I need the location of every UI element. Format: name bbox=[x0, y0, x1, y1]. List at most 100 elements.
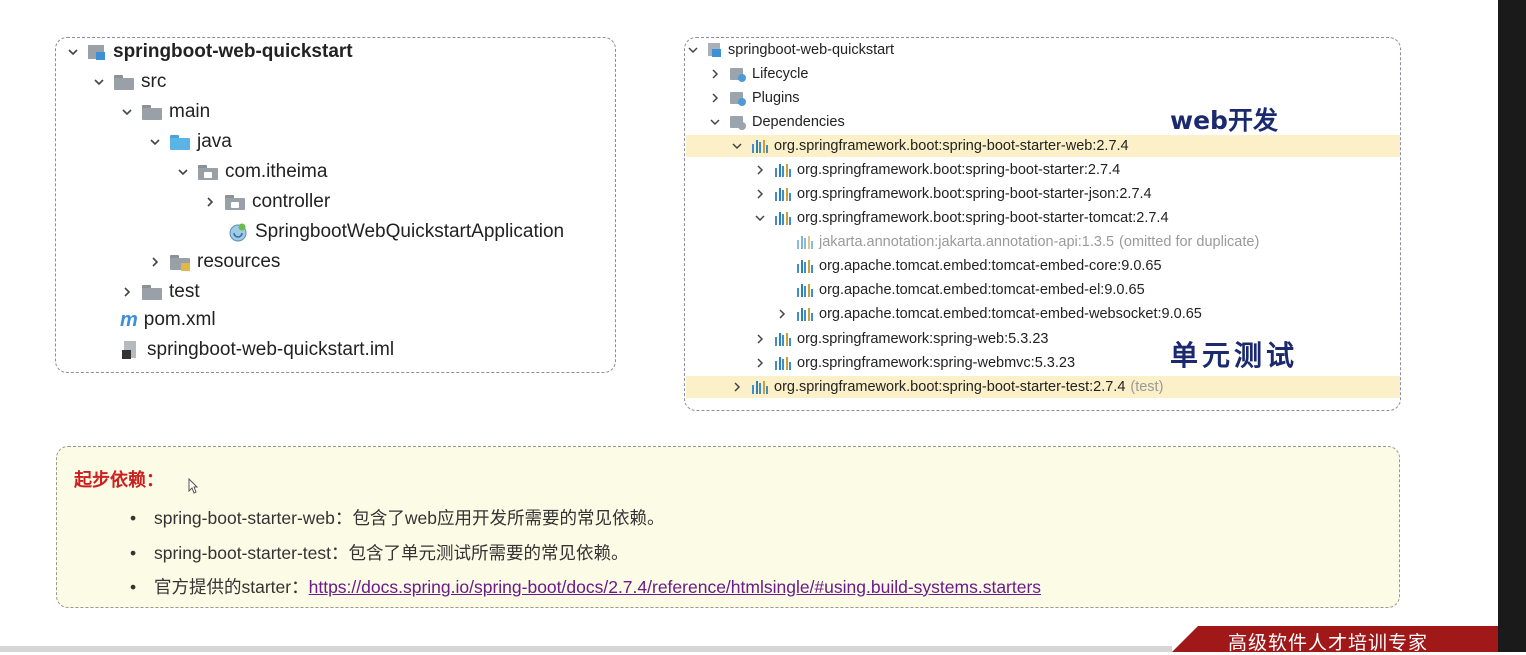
lifecycle-icon bbox=[730, 67, 746, 82]
chevron-down-icon[interactable] bbox=[708, 116, 722, 128]
maven-node-lifecycle[interactable]: Lifecycle bbox=[708, 63, 808, 85]
resources-folder-icon bbox=[170, 254, 190, 271]
annotation-unit-test: 单元测试 bbox=[1170, 339, 1299, 372]
tree-node-main[interactable]: main bbox=[118, 98, 210, 126]
dep-row[interactable]: org.springframework:spring-webmvc:5.3.23 bbox=[753, 352, 1075, 374]
tree-node-src[interactable]: src bbox=[90, 68, 166, 96]
tree-node-root[interactable]: springboot-web-quickstart bbox=[64, 38, 353, 66]
omitted-note: (omitted for duplicate) bbox=[1119, 234, 1260, 250]
chevron-down-icon[interactable] bbox=[730, 140, 744, 152]
note-bullet: • spring-boot-starter-web：包含了web应用开发所需要的常… bbox=[130, 505, 665, 530]
dep-row[interactable]: org.apache.tomcat.embed:tomcat-embed-web… bbox=[775, 303, 1202, 325]
dep-label: org.springframework:spring-web:5.3.23 bbox=[797, 331, 1049, 347]
pom-label: pom.xml bbox=[143, 309, 216, 330]
tree-node-java[interactable]: java bbox=[146, 128, 232, 156]
chevron-right-icon[interactable] bbox=[730, 381, 744, 393]
dep-label: org.springframework:spring-webmvc:5.3.23 bbox=[797, 355, 1076, 371]
chevron-down-icon[interactable] bbox=[753, 212, 767, 224]
dep-row[interactable]: org.springframework.boot:spring-boot-sta… bbox=[686, 376, 1400, 398]
src-label: src bbox=[141, 71, 167, 92]
library-icon bbox=[797, 283, 813, 297]
library-icon bbox=[752, 380, 768, 394]
starter-prefix: 官方提供的starter： bbox=[154, 577, 309, 597]
chevron-right-icon[interactable] bbox=[753, 333, 767, 345]
chevron-right-icon[interactable] bbox=[753, 357, 767, 369]
dep-row[interactable]: org.springframework.boot:spring-boot-sta… bbox=[753, 207, 1169, 229]
dep-label: org.apache.tomcat.embed:tomcat-embed-el:… bbox=[819, 282, 1145, 298]
tree-node-pom[interactable]: m pom.xml bbox=[120, 306, 216, 334]
library-icon bbox=[775, 187, 791, 201]
note-bullet: • spring-boot-starter-test：包含了单元测试所需要的常见依… bbox=[130, 540, 629, 565]
chevron-right-icon[interactable] bbox=[753, 164, 767, 176]
module-icon bbox=[88, 43, 106, 61]
folder-icon bbox=[142, 284, 162, 300]
dep-label: jakarta.annotation:jakarta.annotation-ap… bbox=[819, 234, 1115, 250]
note-text: spring-boot-starter-test：包含了单元测试所需要的常见依赖… bbox=[154, 543, 629, 563]
maven-node-root[interactable]: springboot-web-quickstart bbox=[686, 39, 894, 61]
dependencies-icon bbox=[730, 115, 746, 130]
dep-row[interactable]: org.springframework.boot:spring-boot-sta… bbox=[686, 135, 1400, 157]
root-label: springboot-web-quickstart bbox=[113, 41, 353, 62]
plugins-label: Plugins bbox=[752, 90, 800, 106]
library-icon bbox=[775, 163, 791, 177]
maven-icon: m bbox=[120, 308, 138, 331]
chevron-down-icon[interactable] bbox=[118, 106, 136, 118]
tree-node-iml[interactable]: springboot-web-quickstart.iml bbox=[122, 336, 394, 364]
dep-row[interactable]: org.apache.tomcat.embed:tomcat-embed-el:… bbox=[797, 279, 1145, 301]
library-icon bbox=[797, 259, 813, 273]
dep-row[interactable]: org.springframework.boot:spring-boot-sta… bbox=[753, 159, 1120, 181]
chevron-right-icon[interactable] bbox=[118, 286, 136, 298]
iml-file-icon bbox=[122, 340, 140, 360]
lifecycle-label: Lifecycle bbox=[752, 66, 809, 82]
dep-label: org.springframework.boot:spring-boot-sta… bbox=[797, 186, 1152, 202]
plugins-icon bbox=[730, 91, 746, 106]
bullet-mark: • bbox=[130, 543, 137, 563]
watermark-text: 高级软件人才培训专家 bbox=[1228, 632, 1429, 654]
bullet-mark: • bbox=[130, 577, 137, 597]
library-icon bbox=[752, 139, 768, 153]
dep-row[interactable]: org.apache.tomcat.embed:tomcat-embed-cor… bbox=[797, 255, 1162, 277]
chevron-right-icon[interactable] bbox=[753, 188, 767, 200]
package-icon bbox=[225, 194, 245, 210]
chevron-right-icon[interactable] bbox=[775, 308, 789, 320]
folder-icon bbox=[114, 74, 134, 90]
app-class-label: SpringbootWebQuickstartApplication bbox=[255, 221, 565, 242]
notes-title: 起步依赖： bbox=[74, 470, 164, 490]
chevron-down-icon[interactable] bbox=[64, 46, 82, 58]
maven-node-dependencies[interactable]: Dependencies bbox=[708, 111, 845, 133]
tree-node-app-class[interactable]: SpringbootWebQuickstartApplication bbox=[228, 218, 564, 246]
brand-watermark: 高级软件人才培训专家 bbox=[1172, 626, 1526, 654]
chevron-down-icon[interactable] bbox=[146, 136, 164, 148]
resources-label: resources bbox=[197, 251, 281, 272]
chevron-right-icon[interactable] bbox=[201, 196, 219, 208]
test-label: test bbox=[169, 281, 200, 302]
chevron-right-icon[interactable] bbox=[146, 256, 164, 268]
bottom-bar bbox=[0, 646, 1172, 652]
chevron-right-icon[interactable] bbox=[708, 68, 722, 80]
chevron-right-icon[interactable] bbox=[708, 92, 722, 104]
dep-label: org.springframework.boot:spring-boot-sta… bbox=[797, 162, 1121, 178]
note-bullet: • 官方提供的starter：https://docs.spring.io/spr… bbox=[130, 574, 1041, 599]
tree-node-test[interactable]: test bbox=[118, 278, 200, 306]
dep-row[interactable]: org.springframework.boot:spring-boot-sta… bbox=[753, 183, 1152, 205]
dep-row[interactable]: org.springframework:spring-web:5.3.23 bbox=[753, 328, 1048, 350]
dep-row[interactable]: jakarta.annotation:jakarta.annotation-ap… bbox=[797, 231, 1259, 253]
chevron-down-icon[interactable] bbox=[174, 166, 192, 178]
dep-label: org.apache.tomcat.embed:tomcat-embed-web… bbox=[819, 306, 1202, 322]
dep-label: org.springframework.boot:spring-boot-sta… bbox=[774, 138, 1129, 154]
note-text: spring-boot-starter-web：包含了web应用开发所需要的常见… bbox=[154, 508, 665, 528]
tree-node-resources[interactable]: resources bbox=[146, 248, 280, 276]
tree-node-package[interactable]: com.itheima bbox=[174, 158, 327, 186]
controller-label: controller bbox=[252, 191, 331, 212]
library-icon bbox=[775, 211, 791, 225]
starters-doc-link[interactable]: https://docs.spring.io/spring-boot/docs/… bbox=[309, 577, 1041, 597]
maven-node-plugins[interactable]: Plugins bbox=[708, 87, 800, 109]
package-label: com.itheima bbox=[225, 161, 328, 182]
chevron-down-icon[interactable] bbox=[686, 44, 700, 56]
chevron-down-icon[interactable] bbox=[90, 76, 108, 88]
dep-label: org.springframework.boot:spring-boot-sta… bbox=[797, 210, 1169, 226]
dependencies-label: Dependencies bbox=[752, 114, 845, 130]
folder-icon bbox=[142, 104, 162, 120]
tree-node-controller[interactable]: controller bbox=[201, 188, 330, 216]
spring-boot-class-icon bbox=[228, 222, 248, 242]
